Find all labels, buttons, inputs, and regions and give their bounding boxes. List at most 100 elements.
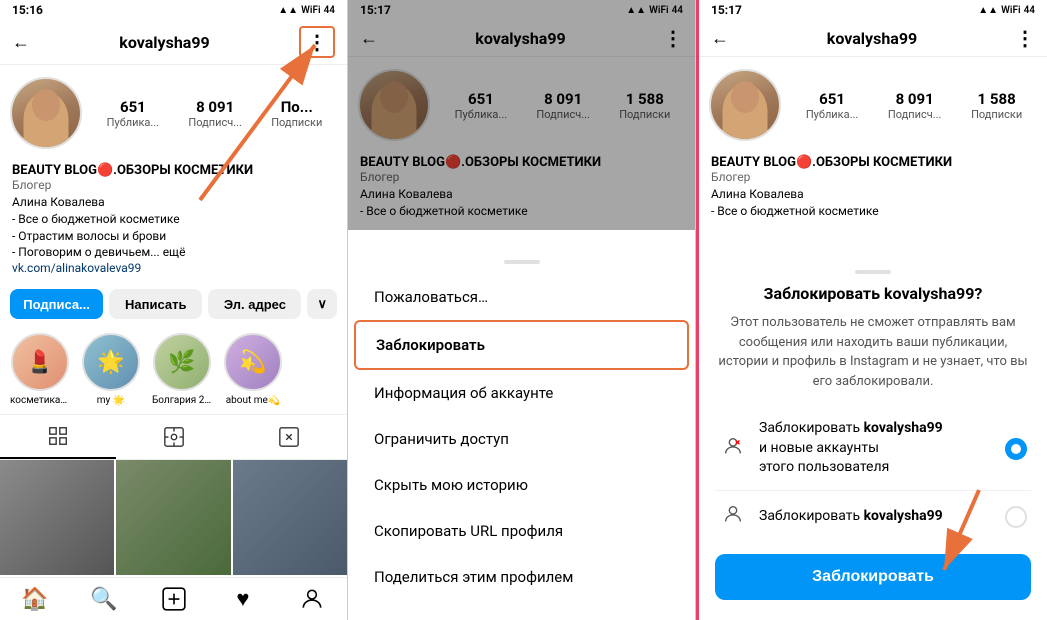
highlight-label-bulgaria: Болгария 20...: [152, 395, 212, 406]
bio-title-1: BEAUTY BLOG🔴.ОБЗОРЫ КОСМЕТИКИ: [12, 163, 335, 178]
stats-container-3: 651 Публика... 8 091 Подписч... 1 588 По…: [791, 90, 1037, 121]
stat-following-1: По... Подписки: [271, 98, 322, 129]
block-option-both[interactable]: Заблокировать kovalysha99и новые аккаунт…: [715, 407, 1031, 491]
bio-text-1: Алина Ковалева - Все о бюджетной космети…: [12, 194, 335, 261]
battery-icon-3: 44: [1024, 5, 1035, 16]
radio-single[interactable]: [1005, 506, 1027, 528]
followers-label-1: Подписч...: [188, 116, 242, 129]
bio-text-3: Алина Ковалева - Все о бюджетной космети…: [711, 186, 1035, 220]
dropdown-button-1[interactable]: ∨: [307, 289, 337, 319]
menu-item-block[interactable]: Заблокировать: [354, 320, 689, 370]
email-button-1[interactable]: Эл. адрес: [208, 289, 301, 319]
highlight-cosmetics[interactable]: 💄 косметика💄: [10, 333, 70, 406]
post-thumb-3[interactable]: [233, 460, 347, 574]
profile-stats-3: 651 Публика... 8 091 Подписч... 1 588 По…: [699, 57, 1047, 153]
screen-2: 15:17 ▲▲ WiFi 44 ← kovalysha99 ⋮ 651 Пуб…: [348, 0, 696, 620]
radio-both[interactable]: [1005, 438, 1027, 460]
following-count-3: 1 588: [978, 90, 1016, 108]
context-menu-2: Пожаловаться… Заблокировать Информация о…: [348, 250, 695, 620]
nav-likes-1[interactable]: ♥: [208, 586, 277, 612]
posts-label-1: Публика...: [107, 116, 159, 129]
bottom-nav-1: 🏠 🔍 ♥: [0, 577, 347, 620]
highlight-label-cosmetics: косметика💄: [10, 395, 70, 406]
highlight-circle-my: 🌟: [82, 333, 140, 391]
profile-bio-3: BEAUTY BLOG🔴.ОБЗОРЫ КОСМЕТИКИ Блогер Али…: [699, 153, 1047, 228]
profile-stats-1: 651 Публика... 8 091 Подписч... По... По…: [0, 65, 347, 161]
bio-category-3: Блогер: [711, 170, 1035, 184]
block-option-single[interactable]: Заблокировать kovalysha99: [715, 491, 1031, 542]
signal-icon-3: ▲▲: [978, 5, 998, 16]
person-icon-1: [719, 435, 747, 462]
tab-reels-1[interactable]: [116, 415, 232, 459]
menu-item-hide-story[interactable]: Скрыть мою историю: [354, 462, 689, 508]
menu-item-account-info[interactable]: Информация об аккаунте: [354, 370, 689, 416]
radio-inner-both: [1011, 444, 1021, 454]
followers-count-3: 8 091: [896, 90, 934, 108]
nav-search-1[interactable]: 🔍: [69, 586, 138, 612]
stat-posts-1: 651 Публика...: [107, 98, 159, 129]
menu-item-share-profile[interactable]: Поделиться этим профилем: [354, 554, 689, 600]
highlight-circle-cosmetics: 💄: [11, 333, 69, 391]
posts-count-1: 651: [120, 98, 146, 116]
highlight-circle-bulgaria: 🌿: [153, 333, 211, 391]
block-confirm-button[interactable]: Заблокировать: [715, 554, 1031, 600]
menu-button-1[interactable]: ⋮: [299, 26, 335, 58]
posts-count-3: 651: [819, 90, 845, 108]
block-option-text-both: Заблокировать kovalysha99и новые аккаунт…: [759, 419, 1005, 478]
subscribe-button-1[interactable]: Подписа...: [10, 289, 103, 319]
dialog-handle: [855, 270, 891, 274]
highlight-about[interactable]: 💫 about me💫: [224, 333, 282, 406]
menu-item-restrict[interactable]: Ограничить доступ: [354, 416, 689, 462]
highlight-bulgaria[interactable]: 🌿 Болгария 20...: [152, 333, 212, 406]
bio-link-1[interactable]: vk.com/alinakovaleva99: [12, 261, 335, 275]
time-3: 15:17: [711, 3, 742, 17]
screen-overlay-2: [348, 0, 695, 230]
time-1: 15:16: [12, 3, 43, 17]
post-thumb-1[interactable]: [0, 460, 114, 574]
tab-tagged-1[interactable]: [231, 415, 347, 459]
action-buttons-1: Подписа... Написать Эл. адрес ∨: [0, 283, 347, 325]
menu-item-report[interactable]: Пожаловаться…: [354, 274, 689, 320]
block-dialog: Заблокировать kovalysha99? Этот пользова…: [699, 244, 1047, 620]
nav-profile-1[interactable]: [278, 586, 347, 612]
profile-header-1: ← kovalysha99 ⋮: [0, 20, 347, 65]
tab-bar-1: [0, 414, 347, 460]
person-icon-2: [719, 503, 747, 530]
stat-followers-1: 8 091 Подписч...: [188, 98, 242, 129]
menu-handle-2: [504, 260, 540, 264]
bio-title-3: BEAUTY BLOG🔴.ОБЗОРЫ КОСМЕТИКИ: [711, 155, 1035, 170]
screen-1: 15:16 ▲▲ WiFi 44 ← kovalysha99 ⋮ 651 Пуб…: [0, 0, 348, 620]
username-1: kovalysha99: [119, 33, 209, 52]
bio-category-1: Блогер: [12, 178, 335, 192]
message-button-1[interactable]: Написать: [109, 289, 202, 319]
stat-followers-3: 8 091 Подписч...: [888, 90, 942, 121]
post-thumb-2[interactable]: [116, 460, 230, 574]
highlight-label-my: my 🌟: [97, 395, 125, 406]
dialog-title: Заблокировать kovalysha99?: [715, 284, 1031, 303]
stats-container-1: 651 Публика... 8 091 Подписч... По... По…: [92, 98, 337, 129]
posts-label-3: Публика...: [806, 108, 858, 121]
stat-posts-3: 651 Публика...: [806, 90, 858, 121]
highlight-my[interactable]: 🌟 my 🌟: [82, 333, 140, 406]
tab-grid-1[interactable]: [0, 415, 116, 459]
following-label-1: Подписки: [271, 116, 322, 129]
back-button-3[interactable]: ←: [711, 28, 729, 49]
battery-icon-1: 44: [324, 5, 335, 16]
username-3: kovalysha99: [827, 29, 917, 48]
highlight-circle-about: 💫: [224, 333, 282, 391]
followers-count-1: 8 091: [196, 98, 234, 116]
nav-add-1[interactable]: [139, 586, 208, 612]
menu-item-copy-url[interactable]: Скопировать URL профиля: [354, 508, 689, 554]
status-bar-1: 15:16 ▲▲ WiFi 44: [0, 0, 347, 20]
signal-icon-1: ▲▲: [278, 5, 298, 16]
nav-home-1[interactable]: 🏠: [0, 586, 69, 612]
status-icons-1: ▲▲ WiFi 44: [278, 5, 335, 16]
avatar-1: [10, 77, 82, 149]
menu-button-3[interactable]: ⋮: [1015, 26, 1035, 50]
back-button-1[interactable]: ←: [12, 32, 30, 53]
profile-header-3: ← kovalysha99 ⋮: [699, 20, 1047, 57]
block-option-text-single: Заблокировать kovalysha99: [759, 507, 1005, 527]
wifi-icon-1: WiFi: [301, 5, 320, 16]
screen-3: 15:17 ▲▲ WiFi 44 ← kovalysha99 ⋮ 651 Пуб…: [699, 0, 1047, 620]
following-count-1: По...: [281, 98, 313, 116]
